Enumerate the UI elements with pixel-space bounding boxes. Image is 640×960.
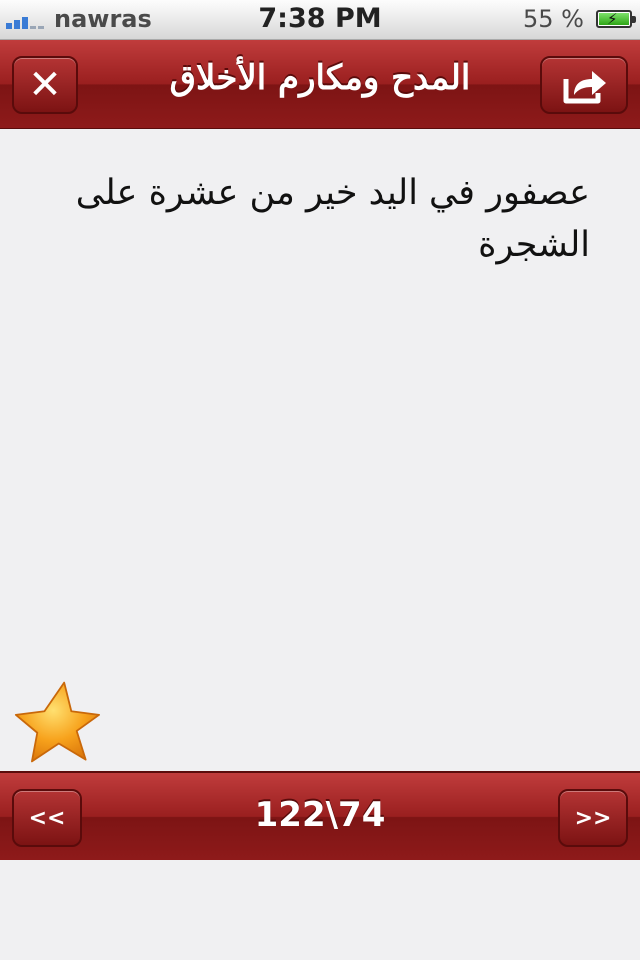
- pager-bar: << 122\74 >>: [0, 771, 640, 860]
- close-button[interactable]: ✕: [12, 56, 78, 114]
- share-button[interactable]: [540, 56, 628, 114]
- battery-icon: ⚡: [596, 10, 636, 28]
- content-area: عصفور في اليد خير من عشرة على الشجرة: [0, 129, 640, 771]
- next-button[interactable]: >>: [558, 789, 628, 847]
- share-icon: [563, 71, 606, 104]
- footer-area: [0, 860, 640, 960]
- close-icon: ✕: [28, 62, 62, 108]
- page-title: المدح ومكارم الأخلاق: [169, 58, 471, 98]
- page-counter: 122\74: [254, 795, 386, 835]
- quote-text: عصفور في اليد خير من عشرة على الشجرة: [75, 173, 590, 265]
- star-icon[interactable]: [12, 679, 102, 765]
- status-bar: nawras 7:38 PM 55 % ⚡: [0, 0, 640, 40]
- previous-button[interactable]: <<: [12, 789, 82, 847]
- battery-percent: 55 %: [523, 5, 584, 33]
- nav-bar: ✕ المدح ومكارم الأخلاق: [0, 40, 640, 129]
